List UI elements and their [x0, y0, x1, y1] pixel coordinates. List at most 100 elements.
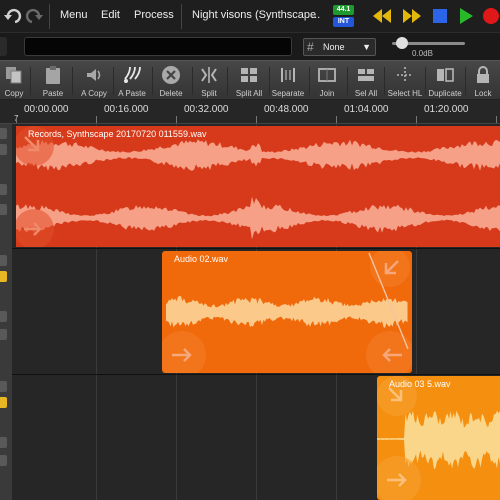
fast-forward-icon[interactable] — [402, 7, 422, 25]
project-title-ellipsis: ... — [311, 9, 321, 21]
play-icon[interactable] — [458, 7, 474, 25]
toolbar-divider — [192, 67, 193, 95]
track-2-header[interactable] — [0, 249, 12, 375]
track-2-solo-button[interactable] — [0, 271, 7, 282]
split-all-label: Split All — [235, 89, 263, 98]
process-menu[interactable]: Process — [134, 9, 174, 21]
grid-line — [336, 375, 337, 500]
toolbar-divider — [347, 67, 348, 95]
track-2[interactable]: Audio 02.wav — [0, 249, 500, 375]
delete-button[interactable]: Delete — [154, 61, 188, 101]
toolbar-divider — [30, 67, 31, 95]
paste-button[interactable]: Paste — [38, 61, 68, 101]
join-icon — [318, 68, 336, 82]
ruler-tick — [336, 116, 337, 123]
duplicate-icon — [437, 68, 454, 82]
dropdown-arrow-icon: ▼ — [362, 42, 371, 52]
split-all-icon — [241, 68, 257, 82]
record-icon[interactable] — [482, 7, 500, 25]
project-title[interactable]: Night visons (Synthscape — [192, 9, 320, 21]
a-paste-button[interactable]: A Paste — [115, 61, 149, 101]
ruler-tick — [496, 116, 497, 123]
audio-paste-icon — [124, 66, 141, 83]
separate-button[interactable]: Separate — [270, 61, 306, 101]
track-2-mute-button[interactable] — [0, 255, 7, 266]
track-1[interactable]: Records, Synthscape 20170720 011559.wav — [0, 124, 500, 249]
split-button[interactable]: Split — [194, 61, 224, 101]
snap-grid-select[interactable]: # None ▼ — [303, 38, 376, 56]
clip-records-synthscape[interactable]: Records, Synthscape 20170720 011559.wav — [16, 126, 500, 247]
select-hl-label: Select HL — [387, 89, 423, 98]
duplicate-button[interactable]: Duplicate — [426, 61, 464, 101]
clip-1-name: Records, Synthscape 20170720 011559.wav — [28, 129, 207, 139]
menu-button[interactable]: Menu — [60, 9, 88, 21]
lock-icon — [477, 66, 489, 83]
split-all-button[interactable]: Split All — [230, 61, 268, 101]
duplicate-label: Duplicate — [428, 89, 462, 98]
track-3-arm-button[interactable] — [0, 437, 7, 448]
a-copy-button[interactable]: A Copy — [76, 61, 112, 101]
grid-line — [96, 375, 97, 500]
track-3[interactable]: Audio 03 5.wav — [0, 375, 500, 500]
track-2-arm-button[interactable] — [0, 311, 7, 322]
volume-label: 0.0dB — [412, 49, 433, 58]
track-1-arm-button[interactable] — [0, 184, 7, 195]
track-1-mute-button[interactable] — [0, 128, 7, 139]
edit-toolbar: Copy Paste A Copy A Paste Delete Split S… — [0, 60, 500, 100]
select-all-icon — [358, 69, 374, 81]
undo-icon[interactable] — [3, 6, 23, 26]
toolbar-divider — [113, 67, 114, 95]
track-3-header[interactable] — [0, 375, 12, 500]
track-3-solo-button[interactable] — [0, 397, 7, 408]
select-all-button[interactable]: Sel All — [350, 61, 382, 101]
clip-2-waveform — [162, 251, 412, 373]
track-1-header[interactable] — [0, 124, 12, 249]
sample-rate-badge[interactable]: 44.1 — [333, 5, 354, 15]
track-1-fx-button[interactable] — [0, 204, 7, 215]
timeline-ruler[interactable]: 00:00.000 00:16.000 00:32.000 00:48.000 … — [0, 100, 500, 124]
grid-line — [176, 375, 177, 500]
clip-audio-02[interactable]: Audio 02.wav — [162, 251, 412, 373]
status-display-field[interactable] — [24, 37, 292, 56]
copy-button[interactable]: Copy — [0, 61, 28, 101]
rewind-icon[interactable] — [372, 7, 392, 25]
stop-icon[interactable] — [432, 8, 448, 24]
ruler-label: 00:48.000 — [264, 104, 309, 115]
grid-line — [416, 249, 417, 374]
clip-audio-03-5[interactable]: Audio 03 5.wav — [377, 376, 500, 500]
join-label: Join — [319, 89, 335, 98]
track-3-fx-button[interactable] — [0, 455, 7, 466]
toolbar-divider — [152, 67, 153, 95]
lock-button[interactable]: Lock — [468, 61, 498, 101]
paste-label: Paste — [42, 89, 64, 98]
track-3-mute-button[interactable] — [0, 381, 7, 392]
grid-line — [96, 249, 97, 374]
menu-bar: Menu Edit Process Night visons (Synthsca… — [0, 0, 500, 33]
a-copy-label: A Copy — [81, 89, 107, 98]
ruler-tick — [256, 116, 257, 123]
track-2-fx-button[interactable] — [0, 329, 7, 340]
clock-source-badge[interactable]: INT — [333, 17, 354, 27]
edit-menu[interactable]: Edit — [101, 9, 120, 21]
a-paste-label: A Paste — [118, 89, 146, 98]
snap-value: None — [323, 42, 345, 52]
redo-icon[interactable] — [24, 6, 44, 26]
ruler-label: 01:20.000 — [424, 104, 469, 115]
ruler-label: 01:04.000 — [344, 104, 389, 115]
clip-2-name: Audio 02.wav — [174, 254, 229, 264]
clip-3-waveform — [377, 376, 500, 500]
paste-icon — [46, 66, 60, 84]
side-panel-handle[interactable] — [0, 37, 7, 56]
select-highlight-icon — [397, 67, 413, 83]
separate-icon — [281, 68, 295, 82]
select-hl-button[interactable]: Select HL — [385, 61, 425, 101]
ruler-label: 00:00.000 — [24, 104, 69, 115]
clip-3-name: Audio 03 5.wav — [389, 379, 451, 389]
join-button[interactable]: Join — [312, 61, 342, 101]
ruler-label: 00:32.000 — [184, 104, 229, 115]
track-1-solo-button[interactable] — [0, 144, 7, 155]
clip-1-waveform — [16, 126, 500, 247]
copy-label: Copy — [4, 89, 24, 98]
volume-slider-knob[interactable] — [396, 37, 408, 49]
lock-label: Lock — [474, 89, 492, 98]
